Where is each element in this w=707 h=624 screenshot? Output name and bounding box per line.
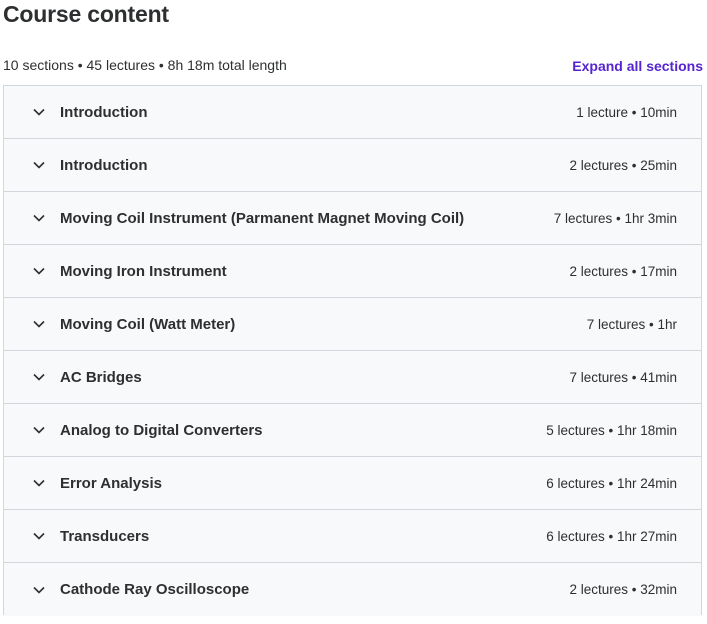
section-title: Analog to Digital Converters	[60, 421, 263, 439]
section-row[interactable]: Analog to Digital Converters 5 lectures …	[4, 404, 701, 457]
section-title: Error Analysis	[60, 474, 162, 492]
chevron-down-icon	[31, 210, 47, 226]
section-title: Moving Coil Instrument (Parmanent Magnet…	[60, 209, 465, 227]
page-title: Course content	[3, 1, 169, 27]
section-title: Transducers	[60, 527, 150, 545]
section-title: Cathode Ray Oscilloscope	[60, 581, 250, 598]
section-row[interactable]: Cathode Ray Oscilloscope 2 lectures • 32…	[4, 563, 701, 616]
chevron-down-icon	[31, 263, 47, 279]
section-meta: 2 lectures • 25min	[569, 157, 677, 173]
section-meta: 6 lectures • 1hr 27min	[546, 528, 677, 544]
expand-all-sections-button[interactable]: Expand all sections	[572, 57, 703, 75]
section-row[interactable]: Error Analysis 6 lectures • 1hr 24min	[4, 457, 701, 510]
section-row[interactable]: AC Bridges 7 lectures • 41min	[4, 351, 701, 404]
chevron-down-icon	[31, 582, 47, 598]
chevron-down-icon	[31, 475, 47, 491]
section-row[interactable]: Transducers 6 lectures • 1hr 27min	[4, 510, 701, 563]
section-title: AC Bridges	[60, 368, 142, 386]
section-meta: 1 lecture • 10min	[576, 104, 677, 120]
chevron-down-icon	[31, 528, 47, 544]
section-row[interactable]: Introduction 2 lectures • 25min	[4, 139, 701, 192]
section-title: Introduction	[60, 103, 148, 121]
chevron-down-icon	[31, 104, 47, 120]
section-meta: 7 lectures • 1hr	[586, 316, 677, 332]
chevron-down-icon	[31, 369, 47, 385]
section-meta: 7 lectures • 1hr 3min	[553, 210, 677, 226]
section-meta: 2 lectures • 17min	[569, 263, 677, 279]
section-row[interactable]: Moving Coil (Watt Meter) 7 lectures • 1h…	[4, 298, 701, 351]
section-meta: 6 lectures • 1hr 24min	[546, 475, 677, 491]
course-summary: 10 sections • 45 lectures • 8h 18m total…	[3, 57, 287, 73]
section-title: Moving Coil (Watt Meter)	[60, 315, 236, 333]
section-meta: 2 lectures • 32min	[569, 582, 677, 597]
chevron-down-icon	[31, 157, 47, 173]
sections-list: Introduction 1 lecture • 10min Introduct…	[3, 85, 702, 616]
section-title: Moving Iron Instrument	[60, 262, 227, 280]
section-meta: 7 lectures • 41min	[569, 369, 677, 385]
section-meta: 5 lectures • 1hr 18min	[546, 422, 677, 438]
section-title: Introduction	[60, 156, 148, 174]
section-row[interactable]: Moving Coil Instrument (Parmanent Magnet…	[4, 192, 701, 245]
section-row[interactable]: Moving Iron Instrument 2 lectures • 17mi…	[4, 245, 701, 298]
section-row[interactable]: Introduction 1 lecture • 10min	[4, 86, 701, 139]
chevron-down-icon	[31, 422, 47, 438]
chevron-down-icon	[31, 316, 47, 332]
